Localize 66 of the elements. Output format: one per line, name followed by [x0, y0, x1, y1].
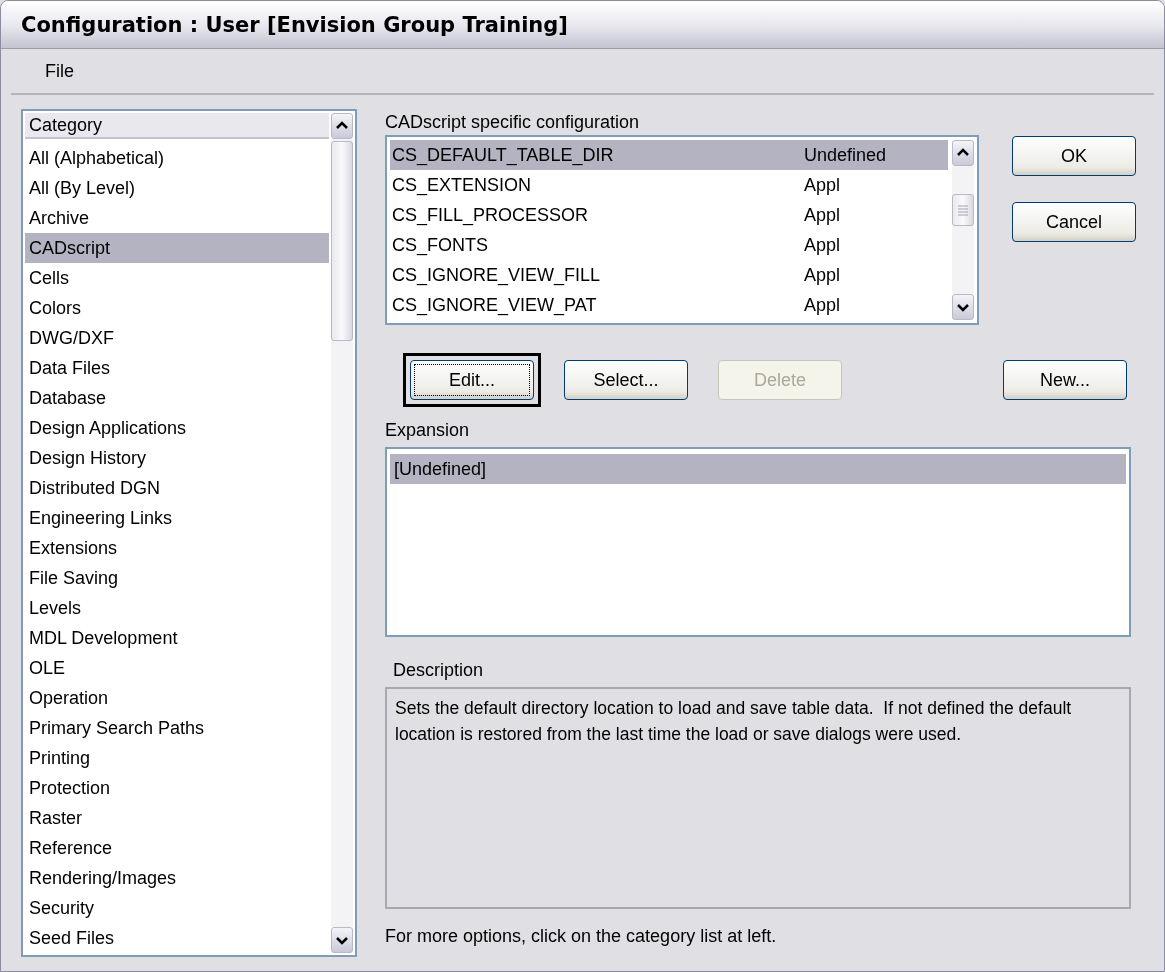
variable-name: CS_DEFAULT_TABLE_DIR [392, 144, 615, 168]
section-label: Description [393, 659, 484, 682]
variable-level: Appl [804, 264, 841, 287]
category-item[interactable]: MDL Development [25, 623, 329, 653]
category-item[interactable]: Primary Search Paths [25, 713, 329, 743]
category-item[interactable]: All (By Level) [25, 173, 329, 203]
variable-level: Undefined [804, 144, 887, 167]
variable-row[interactable]: CS_DEFAULT_TABLE_DIR Undefined [390, 140, 948, 170]
category-item[interactable]: DWG/DXF [25, 323, 329, 353]
category-item[interactable]: Distributed DGN [25, 473, 329, 503]
variable-row[interactable]: CS_IGNORE_VIEW_FILL Appl [390, 260, 948, 290]
variable-name: CS_FILL_PROCESSOR [392, 204, 590, 228]
dialog-button[interactable]: Select... [564, 360, 688, 400]
category-item[interactable]: File Saving [25, 563, 329, 593]
variable-name: CS_IGNORE_VIEW_PAT [392, 294, 598, 318]
menu-item[interactable]: File [41, 58, 78, 84]
category-item[interactable]: Extensions [25, 533, 329, 563]
scroll-down-button[interactable] [952, 294, 974, 320]
scroll-up-button[interactable] [331, 113, 353, 139]
description-text: Sets the default directory location to load and save table data. If not defined the default location is restored from the last time the load or save dialogs were used. [385, 687, 1131, 909]
window-title: Configuration : User [Envision Group Training] [21, 12, 568, 37]
category-item[interactable]: Reference [25, 833, 329, 863]
variable-level: Appl [804, 174, 841, 197]
variable-row[interactable]: CS_FONTS Appl [390, 230, 948, 260]
section-label: CADscript specific configuration [385, 111, 640, 134]
category-item[interactable]: Protection [25, 773, 329, 803]
dialog-button[interactable]: Edit... [410, 360, 534, 400]
variable-level: Appl [804, 204, 841, 227]
scrollbar-thumb[interactable] [952, 194, 974, 226]
category-item[interactable]: Operation [25, 683, 329, 713]
category-item[interactable]: Cells [25, 263, 329, 293]
variable-row[interactable]: CS_FILL_PROCESSOR Appl [390, 200, 948, 230]
section-label: Expansion [385, 419, 470, 442]
dialog-button[interactable]: OK [1012, 136, 1136, 176]
category-item[interactable]: Colors [25, 293, 329, 323]
dialog-button[interactable]: Cancel [1012, 202, 1136, 242]
variable-level: Appl [804, 234, 841, 257]
variable-level: Appl [804, 294, 841, 317]
category-item[interactable]: Design Applications [25, 413, 329, 443]
expansion-item[interactable]: [Undefined] [390, 454, 1126, 484]
dialog-button[interactable]: New... [1003, 360, 1127, 400]
scrollbar-thumb[interactable] [331, 141, 353, 341]
category-item[interactable]: Rendering/Images [25, 863, 329, 893]
category-item[interactable]: Printing [25, 743, 329, 773]
category-item[interactable]: Database [25, 383, 329, 413]
category-item[interactable]: Design History [25, 443, 329, 473]
category-item[interactable]: Levels [25, 593, 329, 623]
category-item[interactable]: All (Alphabetical) [25, 143, 329, 173]
variable-name: CS_FONTS [392, 234, 489, 258]
variable-name: CS_EXTENSION [392, 174, 533, 198]
category-item[interactable]: Archive [25, 203, 329, 233]
category-item[interactable]: Raster [25, 803, 329, 833]
variable-name: CS_IGNORE_VIEW_FILL [392, 264, 602, 288]
scroll-down-button[interactable] [331, 927, 353, 953]
category-item[interactable]: CADscript [25, 233, 329, 263]
variable-row[interactable]: CS_IGNORE_VIEW_PAT Appl [390, 290, 948, 320]
category-item[interactable]: Seed Files [25, 923, 329, 953]
category-item[interactable]: Data Files [25, 353, 329, 383]
category-item[interactable]: OLE [25, 653, 329, 683]
grip-icon [957, 204, 969, 216]
list-header: Category [25, 113, 329, 139]
variable-row[interactable]: CS_EXTENSION Appl [390, 170, 948, 200]
scroll-up-button[interactable] [952, 140, 974, 166]
category-item[interactable]: Security [25, 893, 329, 923]
status-text: For more options, click on the category list at left. [385, 925, 777, 948]
category-item[interactable]: Engineering Links [25, 503, 329, 533]
